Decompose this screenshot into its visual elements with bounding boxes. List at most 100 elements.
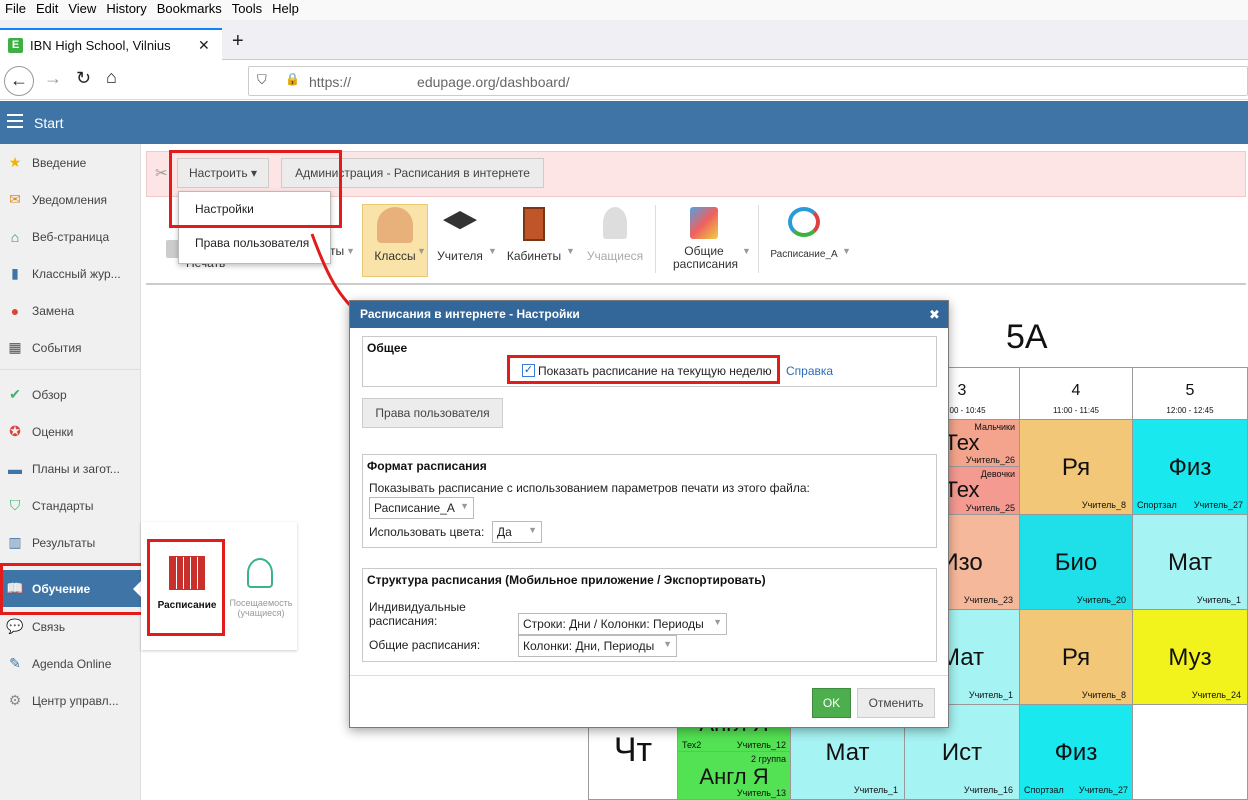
sidebar-item-intro[interactable]: ★ Введение [0, 144, 141, 181]
tools-icon: ✂ [155, 165, 168, 182]
sidebar-item-label: Замена [32, 303, 75, 318]
select-value: Колонки: Дни, Периоды [523, 639, 655, 653]
forward-icon[interactable]: → [44, 68, 62, 89]
toolbar-divider [655, 205, 656, 273]
browser-menubar: File Edit View History Bookmarks Tools Help [0, 0, 1248, 20]
lesson-cell[interactable]: Ря Учитель_8 [1019, 609, 1133, 705]
menu-history[interactable]: History [101, 0, 151, 17]
dialog-footer-line [350, 675, 948, 676]
use-colors-label: Использовать цвета: [369, 525, 485, 539]
sidebar-item-plans[interactable]: ▬ Планы и загот... [0, 450, 141, 487]
sidebar-item-notifications[interactable]: ✉ Уведомления [0, 181, 141, 218]
individual-select[interactable]: Строки: Дни / Колонки: Периоды ▼ [518, 613, 727, 635]
sidebar-item-label: Результаты [32, 535, 96, 550]
app-header: Start [0, 101, 1248, 144]
home-icon[interactable]: ⌂ [106, 67, 117, 88]
check-circle-icon: ✔ [9, 386, 21, 402]
chevron-down-icon: ▼ [713, 617, 722, 627]
print-params-select[interactable]: Расписание_А ▼ [369, 497, 474, 519]
hamburger-icon[interactable] [7, 114, 23, 128]
common-timetables-icon [690, 207, 718, 239]
close-tab-icon[interactable]: ✕ [198, 37, 210, 54]
sidebar-item-label: Уведомления [32, 192, 108, 207]
chevron-down-icon: ▼ [460, 501, 469, 511]
reload-icon[interactable]: ↻ [76, 68, 91, 89]
lesson-cell[interactable]: Физ Спортзал Учитель_27 [1132, 419, 1248, 515]
sidebar-item-label: Обзор [32, 387, 67, 402]
toolbar-divider [758, 205, 759, 273]
menu-edit[interactable]: Edit [31, 0, 63, 17]
calendar-icon: ▦ [8, 339, 22, 355]
chat-icon: 💬 [6, 618, 24, 634]
url-bar[interactable]: ⛉ 🔒 https:// edupage.org/dashboard/ [248, 66, 1248, 96]
students-icon [603, 207, 627, 239]
students-button[interactable]: Учащиеся [585, 205, 645, 275]
period-header-5: 5 12:00 - 12:45 [1132, 367, 1248, 420]
sidebar-item-label: События [32, 340, 82, 355]
chevron-down-icon: ▼ [663, 639, 672, 649]
common-select[interactable]: Колонки: Дни, Периоды ▼ [518, 635, 677, 657]
select-value: Строки: Дни / Колонки: Периоды [523, 617, 704, 631]
back-icon[interactable]: ← [4, 66, 34, 96]
toolbar-label: Общие расписания [673, 244, 739, 271]
menu-help[interactable]: Help [267, 0, 304, 17]
lesson-cell[interactable]: Ря Учитель_8 [1019, 419, 1133, 515]
menu-bookmarks[interactable]: Bookmarks [152, 0, 227, 17]
briefcase-icon: ▬ [8, 460, 22, 477]
toolbar-label: Расписание_А [770, 249, 838, 260]
sidebar-item-webpage[interactable]: ⌂ Веб-страница [0, 218, 141, 255]
lesson-cell[interactable]: Физ Спортзал Учитель_27 [1019, 704, 1133, 800]
sidebar-item-substitution[interactable]: ● Замена [0, 292, 141, 329]
lesson-cell[interactable]: Мат Учитель_1 [1132, 514, 1248, 610]
annotation-checkbox [507, 355, 780, 384]
help-link[interactable]: Справка [786, 364, 833, 378]
use-colors-select[interactable]: Да ▼ [492, 521, 542, 543]
pen-icon: ✎ [9, 655, 21, 671]
sidebar-item-label: Веб-страница [32, 229, 110, 244]
common-timetables-button[interactable]: Общие расписания [665, 205, 743, 275]
timetable-a-button[interactable]: Расписание_А [768, 205, 840, 275]
tab-title: IBN High School, Vilnius [30, 38, 171, 53]
attendance-tile[interactable]: Посещаемость (учащиеся) [225, 540, 295, 636]
toolbar-label: Учащиеся [586, 249, 644, 263]
select-value: Да [497, 525, 512, 539]
menu-file[interactable]: File [0, 0, 31, 17]
structure-title: Структура расписания (Мобильное приложен… [367, 573, 766, 587]
star-icon: ★ [8, 154, 22, 170]
individual-label: Индивидуальные расписания: [369, 600, 466, 628]
mail-icon: ✉ [9, 191, 21, 207]
sidebar-item-control-center[interactable]: ⚙ Центр управл... [0, 682, 141, 719]
lesson-cell[interactable]: 2 группа Англ Я Учитель_13 [677, 751, 791, 800]
cancel-button[interactable]: Отменить [857, 688, 935, 718]
bar-chart-icon: ▥ [8, 534, 22, 550]
header-title[interactable]: Start [34, 115, 64, 131]
lesson-cell[interactable]: Муз Учитель_24 [1132, 609, 1248, 705]
dialog-title: Расписания в интернете - Настройки [350, 301, 948, 328]
annotation-configure [169, 150, 342, 228]
sidebar-item-agenda[interactable]: ✎ Agenda Online [0, 645, 141, 682]
sidebar-item-results[interactable]: ▥ Результаты [0, 524, 141, 561]
lock-icon: 🔒 [285, 72, 300, 86]
ok-button[interactable]: OK [812, 688, 851, 718]
menu-view[interactable]: View [63, 0, 101, 17]
format-group: Формат расписания Показывать расписание … [362, 454, 937, 548]
sidebar-item-grades[interactable]: ✪ Оценки [0, 413, 141, 450]
lesson-cell[interactable]: Био Учитель_20 [1019, 514, 1133, 610]
sidebar-item-classbook[interactable]: ▮ Классный жур... [0, 255, 141, 292]
sidebar-item-events[interactable]: ▦ События [0, 329, 141, 366]
menu-tools[interactable]: Tools [227, 0, 267, 17]
annotation-timetable-tile [147, 539, 225, 636]
browser-tab[interactable]: E IBN High School, Vilnius ✕ [0, 28, 222, 60]
new-tab-button[interactable]: + [232, 30, 244, 53]
url-domain: edupage.org/dashboard/ [417, 74, 570, 90]
period-header-4: 4 11:00 - 11:45 [1019, 367, 1133, 420]
sidebar-item-standards[interactable]: ⛉ Стандарты [0, 487, 141, 524]
person-icon: ● [10, 302, 20, 319]
edupage-favicon-icon: E [8, 38, 23, 53]
shield-icon: ⛉ [9, 497, 21, 513]
close-icon[interactable]: ✖ [929, 307, 940, 323]
home-icon: ⌂ [10, 228, 20, 245]
select-value: Расписание_А [374, 501, 455, 515]
sidebar-item-overview[interactable]: ✔ Обзор [0, 376, 141, 413]
user-rights-button[interactable]: Права пользователя [362, 398, 503, 428]
